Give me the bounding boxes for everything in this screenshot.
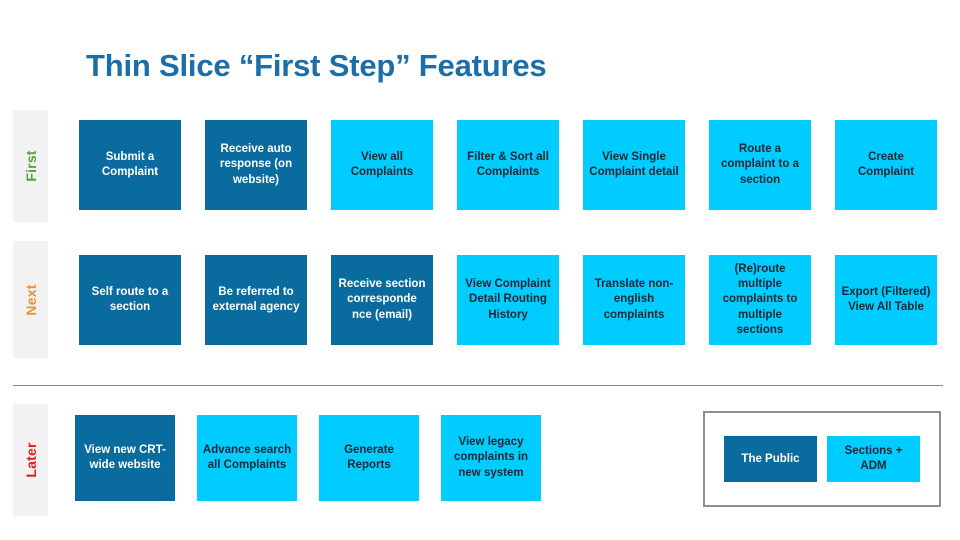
feature-card[interactable]: View legacy complaints in new system	[441, 415, 541, 501]
feature-card[interactable]: View Complaint Detail Routing History	[457, 255, 559, 345]
row-strip-next: Next	[13, 241, 48, 358]
feature-card[interactable]: Export (Filtered) View All Table	[835, 255, 937, 345]
feature-card[interactable]: Generate Reports	[319, 415, 419, 501]
row-label-next: Next	[22, 283, 39, 316]
feature-card[interactable]: View Single Complaint detail	[583, 120, 685, 210]
row-label-first: First	[22, 150, 39, 182]
feature-card[interactable]: (Re)route multiple complaints to multipl…	[709, 255, 811, 345]
feature-card[interactable]: View new CRT-wide website	[75, 415, 175, 501]
legend-chip-sections-adm: Sections + ADM	[827, 436, 920, 482]
feature-card[interactable]: View all Complaints	[331, 120, 433, 210]
feature-card[interactable]: Filter & Sort all Complaints	[457, 120, 559, 210]
feature-card[interactable]: Receive auto response (on website)	[205, 120, 307, 210]
feature-row-later: View new CRT-wide website Advance search…	[75, 415, 541, 501]
feature-row-first: Submit a Complaint Receive auto response…	[79, 120, 937, 210]
feature-card[interactable]: Self route to a section	[79, 255, 181, 345]
legend-chip-the-public: The Public	[724, 436, 817, 482]
feature-card[interactable]: Submit a Complaint	[79, 120, 181, 210]
row-strip-first: First	[13, 110, 48, 222]
feature-card[interactable]: Be referred to external agency	[205, 255, 307, 345]
page-title: Thin Slice “First Step” Features	[86, 48, 547, 83]
feature-card[interactable]: Advance search all Complaints	[197, 415, 297, 501]
feature-card[interactable]: Create Complaint	[835, 120, 937, 210]
row-label-later: Later	[22, 442, 39, 478]
feature-card[interactable]: Translate non-english complaints	[583, 255, 685, 345]
feature-row-next: Self route to a section Be referred to e…	[79, 255, 937, 345]
feature-card[interactable]: Receive section corresponde nce (email)	[331, 255, 433, 345]
section-divider	[13, 385, 943, 386]
feature-card[interactable]: Route a complaint to a section	[709, 120, 811, 210]
row-strip-later: Later	[13, 404, 48, 516]
legend-box: The Public Sections + ADM	[703, 411, 941, 507]
